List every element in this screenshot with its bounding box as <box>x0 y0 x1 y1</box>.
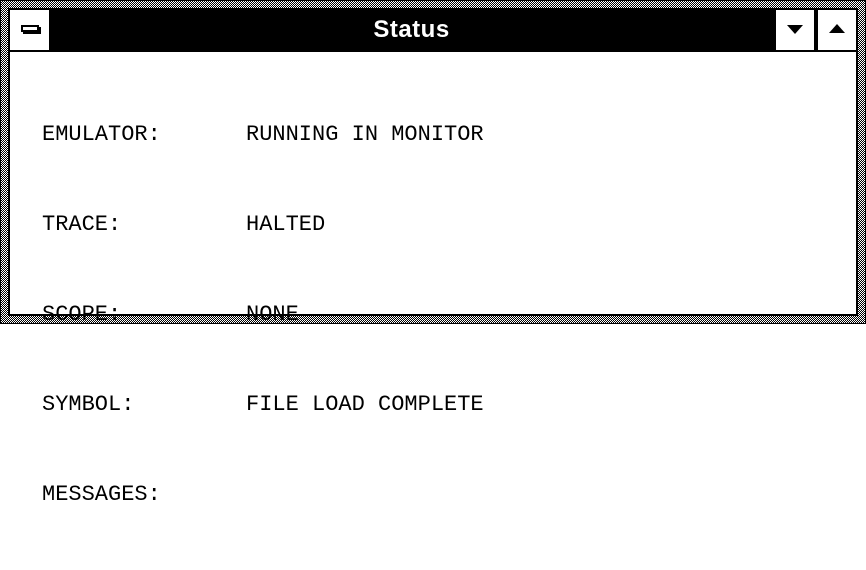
maximize-button[interactable] <box>816 10 856 50</box>
status-label: EMULATOR: <box>42 122 161 147</box>
status-value: NONE <box>246 302 299 327</box>
status-row-trace: TRACE: HALTED <box>42 210 846 240</box>
minimize-arrow-icon <box>787 25 803 34</box>
window-title: Status <box>373 16 450 43</box>
status-label: SCOPE: <box>42 302 122 327</box>
status-value: FILE LOAD COMPLETE <box>246 392 484 417</box>
status-row-scope: SCOPE: NONE <box>42 300 846 330</box>
status-row-messages: MESSAGES: <box>42 480 846 510</box>
minimize-button[interactable] <box>774 10 814 50</box>
status-window: Status EMULATOR: RUNNING IN MONITOR TRAC… <box>0 0 866 507</box>
status-content: EMULATOR: RUNNING IN MONITOR TRACE: HALT… <box>42 60 846 507</box>
status-value <box>246 480 846 510</box>
status-row-symbol: SYMBOL: FILE LOAD COMPLETE <box>42 390 846 420</box>
status-window-body: Status EMULATOR: RUNNING IN MONITOR TRAC… <box>8 8 858 507</box>
status-row-emulator: EMULATOR: RUNNING IN MONITOR <box>42 120 846 150</box>
system-menu-button[interactable] <box>10 10 51 50</box>
status-label: MESSAGES: <box>42 482 161 507</box>
status-value: HALTED <box>246 212 326 237</box>
title-bar[interactable]: Status <box>10 10 856 52</box>
status-label: SYMBOL: <box>42 392 135 417</box>
system-menu-icon <box>21 25 39 32</box>
maximize-arrow-icon <box>829 24 845 33</box>
status-value: RUNNING IN MONITOR <box>246 122 484 147</box>
status-label: TRACE: <box>42 212 122 237</box>
